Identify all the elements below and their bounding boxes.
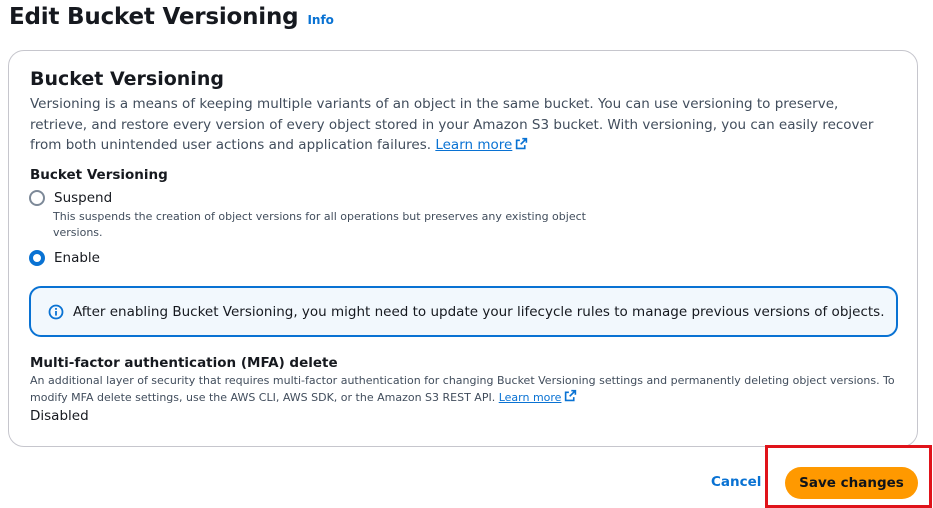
mfa-description: An additional layer of security that req… bbox=[30, 373, 910, 406]
suspend-description: This suspends the creation of object ver… bbox=[53, 210, 586, 239]
mfa-learn-more-link[interactable]: Learn more bbox=[498, 389, 578, 404]
page-title: Edit Bucket Versioning bbox=[9, 4, 299, 30]
versioning-field-label: Bucket Versioning bbox=[30, 167, 168, 183]
alert-text: After enabling Bucket Versioning, you mi… bbox=[73, 303, 885, 320]
bucket-versioning-panel: Bucket Versioning Versioning is a means … bbox=[8, 50, 918, 447]
info-icon bbox=[48, 304, 64, 319]
enable-label: Enable bbox=[54, 250, 100, 266]
enable-radio[interactable] bbox=[29, 250, 45, 266]
suspend-radio[interactable] bbox=[29, 190, 45, 206]
mfa-description-text: An additional layer of security that req… bbox=[30, 374, 895, 404]
learn-more-label: Learn more bbox=[435, 137, 513, 153]
external-link-icon bbox=[516, 137, 528, 150]
save-changes-button[interactable]: Save changes bbox=[785, 467, 918, 499]
enable-radio-option[interactable]: Enable bbox=[29, 250, 100, 266]
panel-title: Bucket Versioning bbox=[30, 68, 224, 90]
cancel-button[interactable]: Cancel bbox=[700, 472, 772, 492]
suspend-label: Suspend bbox=[54, 190, 113, 206]
info-alert: After enabling Bucket Versioning, you mi… bbox=[29, 286, 898, 337]
info-link[interactable]: Info bbox=[307, 13, 333, 27]
learn-more-link[interactable]: Learn more bbox=[435, 137, 528, 153]
external-link-icon bbox=[565, 389, 577, 402]
suspend-radio-option[interactable]: Suspend bbox=[29, 190, 112, 206]
panel-description: Versioning is a means of keeping multipl… bbox=[30, 94, 880, 156]
mfa-learn-more-label: Learn more bbox=[498, 391, 562, 404]
page-header: Edit Bucket Versioning Info bbox=[9, 4, 334, 30]
mfa-label: Multi-factor authentication (MFA) delete bbox=[30, 355, 338, 371]
mfa-status-value: Disabled bbox=[30, 408, 89, 424]
